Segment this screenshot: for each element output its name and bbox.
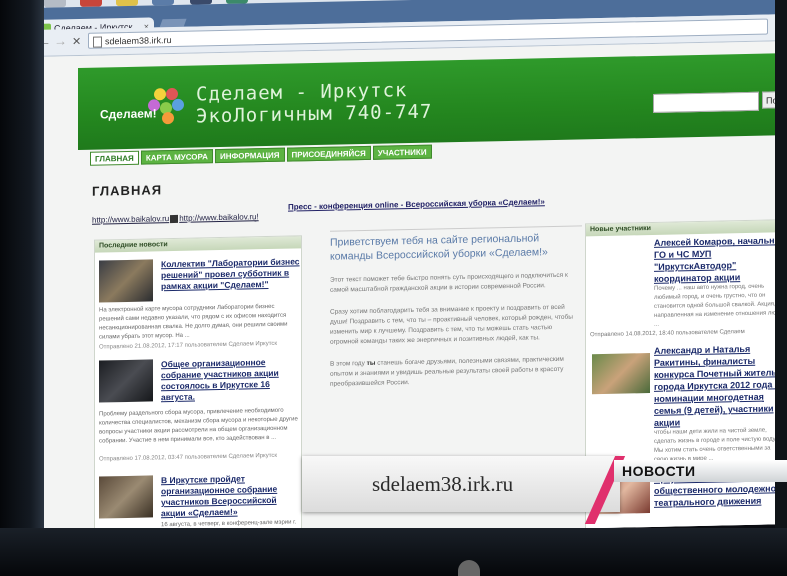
monitor-bezel-right	[775, 0, 787, 576]
search-input[interactable]	[653, 91, 759, 113]
news-tag: НОВОСТИ	[614, 460, 787, 482]
news-thumbnail[interactable]	[99, 359, 153, 403]
participant-item: Алексей Комаров, начальник ГО и ЧС МУП "…	[590, 234, 786, 340]
news-thumbnail[interactable]	[99, 475, 153, 519]
latest-news-heading: Последние новости	[95, 236, 301, 253]
menu-item-map[interactable]: КАРТА МУСОРА	[140, 149, 213, 165]
link-text-2[interactable]: http://www.baikalov.ru	[179, 212, 256, 223]
menu-item-home[interactable]: ГЛАВНАЯ	[90, 150, 139, 166]
participant-photo[interactable]	[592, 353, 650, 395]
welcome-title: Приветствуем тебя на сайте региональной …	[330, 225, 582, 264]
participant-item: Александр и Наталья Ракитины, финалисты …	[590, 342, 786, 466]
emphasis-text: ты	[366, 359, 376, 367]
news-thumbnail[interactable]	[99, 259, 153, 303]
lower-third-url: sdelaem38.irk.ru	[372, 472, 514, 496]
link-text[interactable]: http://www.baikalov.ru	[92, 214, 169, 225]
participant-quote: Почему ... наш авто нужна город, очень л…	[654, 283, 786, 328]
menu-item-participants[interactable]: УЧАСТНИКИ	[372, 144, 432, 160]
welcome-paragraph: Сразу хотим поблагодарить тебя за вниман…	[330, 303, 573, 346]
news-meta: Отправлено 17.08.2012, 03:47 пользовател…	[99, 452, 278, 463]
news-title[interactable]: В Иркутске пройдет организационное собра…	[161, 472, 301, 519]
monitor-bezel-left	[0, 0, 44, 576]
news-title[interactable]: Коллектив "Лаборатории бизнес решений" п…	[161, 256, 301, 292]
site-title: Сделаем - Иркутск ЭкоЛогичным 740-747	[196, 79, 433, 128]
menu-item-join[interactable]: ПРИСОЕДИНЯЙСЯ	[286, 145, 371, 162]
news-body: На электронной карте мусора сотрудники Л…	[99, 303, 288, 341]
welcome-paragraph-end: станешь богаче друзьями, полезными связя…	[330, 355, 564, 388]
news-body: Проблему раздельного сбора мусора, привл…	[99, 407, 298, 445]
monitor-bezel-bottom	[0, 528, 787, 576]
news-title[interactable]: Общее организационное собрание участнико…	[161, 356, 301, 403]
page-icon	[93, 36, 102, 48]
site-title-line2: ЭкоЛогичным 740-747	[196, 100, 433, 128]
link-text-3[interactable]: !	[256, 212, 258, 221]
welcome-paragraph: Этот текст поможет тебе быстро понять су…	[330, 271, 568, 294]
baikalov-links[interactable]: http://www.baikalov.ru http://www.baikalo…	[92, 212, 259, 224]
power-button-icon	[458, 560, 480, 576]
welcome-paragraph-start: В этом году	[330, 359, 365, 368]
address-text: sdelaem38.irk.ru	[105, 35, 172, 47]
welcome-paragraph: В этом году ты станешь богаче друзьями, …	[330, 354, 582, 389]
logo-text[interactable]: Сделаем!	[100, 106, 157, 121]
press-conference-link[interactable]: Пресс - конференция online - Всероссийск…	[288, 197, 545, 211]
latest-news-block: Последние новости Коллектив "Лаборатории…	[94, 235, 302, 540]
site-header: Сделаем! Сделаем - Иркутск ЭкоЛогичным 7…	[78, 53, 787, 150]
forward-arrow-icon[interactable]: →	[54, 33, 67, 48]
broken-image-icon	[170, 214, 179, 223]
participant-name[interactable]: Алексей Комаров, начальник ГО и ЧС МУП "…	[590, 234, 786, 286]
menu-item-info[interactable]: ИНФОРМАЦИЯ	[214, 147, 285, 164]
page-title: ГЛАВНАЯ	[92, 182, 163, 199]
stop-icon[interactable]: ✕	[72, 35, 81, 48]
